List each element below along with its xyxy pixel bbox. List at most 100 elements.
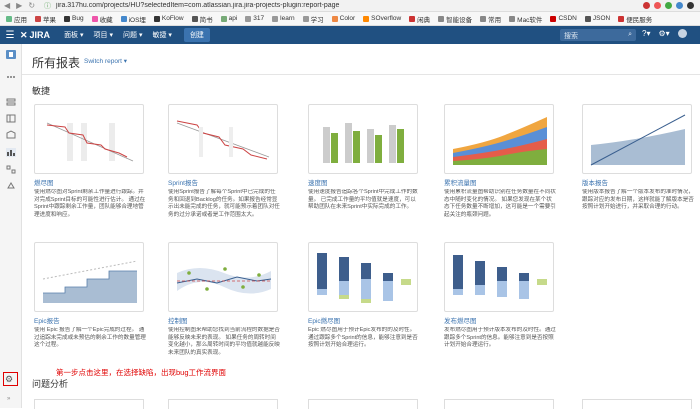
- nav-projects[interactable]: 项目 ▾: [94, 30, 113, 40]
- bookmark-icon: [245, 15, 252, 22]
- back-icon[interactable]: ◀: [4, 1, 10, 10]
- bookmark-label: 便民服务: [626, 16, 653, 24]
- expand-sidebar-icon[interactable]: »: [7, 396, 10, 402]
- bookmark-item[interactable]: KoFlow: [151, 15, 187, 22]
- nav-dashboards[interactable]: 面板 ▾: [64, 30, 83, 40]
- control-chart-thumbnail[interactable]: [168, 242, 278, 312]
- url-field[interactable]: jira.317hu.com/projects/HU?selectedItem=…: [54, 2, 643, 9]
- bookmark-label: 收藏: [99, 16, 113, 24]
- bookmark-item[interactable]: 便民服务: [615, 14, 655, 24]
- more-icon[interactable]: [6, 72, 16, 81]
- bookmark-item[interactable]: 应用: [3, 14, 30, 24]
- report-card-cumulative-flow[interactable]: 累积流量图 使用累积流量图帮助识别在任务数量在不同状态中随时变化的情况。 如果您…: [444, 104, 556, 229]
- bookmark-item[interactable]: 苹果: [32, 14, 59, 24]
- avatar[interactable]: [677, 29, 687, 38]
- bookmark-item[interactable]: 317: [242, 15, 267, 22]
- bookmark-item[interactable]: 常用: [477, 14, 504, 24]
- report-desc: 使用累积流量图帮助识别在任务数量在不同状态中随时变化的情况。 如果您发现在某个状…: [444, 189, 556, 218]
- report-card-control[interactable]: 控制图 使用控制图来帮助您找到当前流程的数据是否能够反映未来的表现。 如果任务的…: [168, 242, 280, 367]
- project-avatar-icon[interactable]: [6, 50, 16, 59]
- report-title[interactable]: 燃尽图: [34, 177, 144, 187]
- add-on-icon[interactable]: [6, 181, 16, 190]
- bookmark-item[interactable]: JSON: [582, 15, 613, 22]
- help-icon[interactable]: ?▾: [642, 29, 650, 38]
- report-title[interactable]: Sprint报告: [168, 177, 278, 187]
- board-icon[interactable]: [6, 114, 16, 123]
- bookmark-icon: [220, 15, 227, 22]
- bookmark-icon: [191, 15, 198, 22]
- reload-icon[interactable]: ↻: [28, 1, 35, 10]
- header-divider: [22, 74, 700, 75]
- report-card-release-burndown[interactable]: 发布燃尽图 发布燃尽图用于预计版本发布的及时性。通过跟踪多个Sprint的信息。…: [444, 242, 556, 367]
- extension-icon[interactable]: [643, 2, 650, 9]
- search-input[interactable]: 搜索 ⌕: [560, 29, 636, 41]
- report-title[interactable]: 累积流量图: [444, 177, 554, 187]
- bookmark-item[interactable]: 闲典: [406, 14, 433, 24]
- extension-icon[interactable]: [676, 2, 683, 9]
- report-title[interactable]: Epic燃尽图: [308, 315, 418, 325]
- jira-logo[interactable]: ✕ JIRA: [20, 30, 50, 41]
- report-title[interactable]: 控制图: [168, 315, 278, 325]
- bookmark-label: JSON: [592, 15, 611, 22]
- report-title[interactable]: 发布燃尽图: [444, 315, 554, 325]
- create-button[interactable]: 创建: [183, 28, 210, 42]
- report-title[interactable]: Epic报告: [34, 315, 144, 325]
- components-icon[interactable]: [6, 165, 16, 174]
- bookmark-item[interactable]: 简书: [189, 14, 216, 24]
- app-switcher-icon[interactable]: ☰: [0, 30, 20, 41]
- bookmark-icon: [153, 15, 160, 22]
- bookmark-item[interactable]: 收藏: [89, 14, 116, 24]
- bookmark-item[interactable]: Bug: [61, 15, 87, 22]
- epic-burndown-thumbnail[interactable]: [308, 242, 418, 312]
- bookmark-item[interactable]: Mac软件: [506, 14, 545, 24]
- report-desc: 使用版本报告了解一个版本发布的准时情况，跟踪对应的发布日期，这样就能了解版本是否…: [582, 189, 694, 211]
- bookmark-item[interactable]: 学习: [300, 14, 327, 24]
- report-card-velocity[interactable]: 速度图 使用速度报告追踪各个Sprint中完成工作的数量。 已完成工作量的平均值…: [308, 104, 418, 229]
- report-card-burndown[interactable]: 燃尽图 使用燃尽图对Sprint剩余工作量进行跟踪。并对完成Sprint目标的可…: [34, 104, 145, 229]
- bookmark-icon: [272, 15, 279, 22]
- switch-report-dropdown[interactable]: Switch report ▾: [84, 57, 127, 65]
- bookmark-label: Mac软件: [517, 16, 543, 24]
- velocity-thumbnail[interactable]: [308, 104, 418, 174]
- burndown-thumbnail[interactable]: [34, 104, 144, 174]
- bookmark-item[interactable]: Color: [329, 15, 359, 22]
- releases-icon[interactable]: [6, 130, 16, 139]
- bookmark-item[interactable]: iOS埋: [118, 14, 149, 24]
- project-settings-icon[interactable]: ⚙: [5, 374, 13, 385]
- report-card-epic-burndown[interactable]: Epic燃尽图 Epic 燃尽图用于预计Epic发布的的及时性。通过跟踪多个Sp…: [308, 242, 418, 367]
- bookmark-label: api: [228, 15, 238, 22]
- bookmark-item[interactable]: api: [218, 15, 241, 22]
- bookmark-item[interactable]: learn: [269, 15, 297, 22]
- nav-agile[interactable]: 敏捷 ▾: [152, 30, 171, 40]
- report-card-sprint[interactable]: Sprint报告 使用Sprint报告了解每个Sprint中已完成的任务和回退到…: [168, 104, 280, 229]
- page-title: 所有报表: [32, 56, 81, 70]
- extension-icon[interactable]: [654, 2, 661, 9]
- release-burndown-thumbnail[interactable]: [444, 242, 554, 312]
- bookmark-label: 学习: [310, 16, 324, 24]
- cumulative-flow-thumbnail[interactable]: [444, 104, 554, 174]
- section-agile: 敏捷: [32, 86, 51, 96]
- report-title[interactable]: 版本报告: [582, 177, 692, 187]
- bookmark-label: learn: [280, 15, 295, 22]
- forward-icon[interactable]: ▶: [16, 1, 22, 10]
- epic-report-thumbnail[interactable]: [34, 242, 144, 312]
- bookmark-icon: [35, 15, 41, 22]
- settings-icon[interactable]: ⚙▾: [658, 29, 669, 38]
- report-title[interactable]: 速度图: [308, 177, 418, 187]
- backlog-icon[interactable]: [6, 98, 16, 107]
- bookmark-icon: [64, 15, 70, 22]
- sprint-report-thumbnail[interactable]: [168, 104, 278, 174]
- report-card-epic[interactable]: Epic报告 使用 Epic 报告了解一个Epic完成的过程。 通过追踪未完成或…: [34, 242, 146, 367]
- report-card-version[interactable]: 版本报告 使用版本报告了解一个版本发布的准时情况，跟踪对应的发布日期，这样就能了…: [582, 104, 694, 229]
- extension-icon[interactable]: [687, 2, 694, 9]
- bookmark-icon: [6, 15, 12, 22]
- nav-issues[interactable]: 问题 ▾: [123, 30, 142, 40]
- version-report-thumbnail[interactable]: [582, 104, 692, 174]
- jira-top-nav: ☰ ✕ JIRA 面板 ▾ 项目 ▾ 问题 ▾ 敏捷 ▾ 创建 搜索 ⌕ ?▾ …: [0, 26, 700, 44]
- reports-icon[interactable]: [6, 148, 16, 157]
- bookmark-item[interactable]: SOverflow: [360, 15, 404, 22]
- extension-icon[interactable]: [665, 2, 672, 9]
- bookmark-item[interactable]: CSDN: [547, 15, 579, 22]
- jira-logo-text: JIRA: [29, 30, 51, 40]
- bookmark-item[interactable]: 智能设备: [435, 14, 475, 24]
